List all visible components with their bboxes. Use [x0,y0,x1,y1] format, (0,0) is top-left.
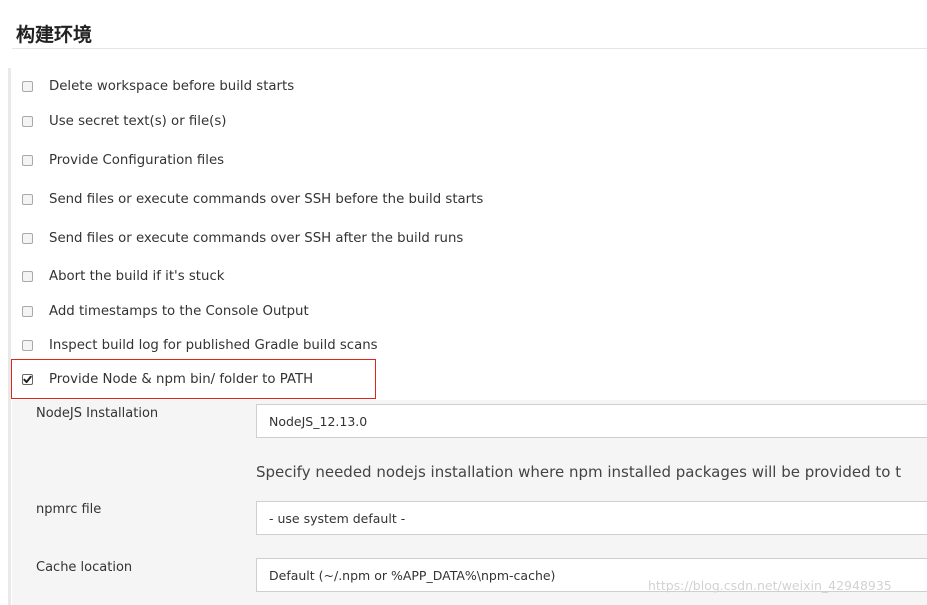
option-config-files[interactable]: Provide Configuration files [22,150,224,170]
option-gradle-scans[interactable]: Inspect build log for published Gradle b… [22,335,378,355]
checkbox[interactable] [22,115,33,127]
checkbox[interactable] [22,305,33,317]
option-timestamps[interactable]: Add timestamps to the Console Output [22,301,309,321]
section-title: 构建环境 [16,24,93,46]
option-label: Inspect build log for published Gradle b… [49,337,378,353]
nodejs-installation-value: NodeJS_12.13.0 [269,413,368,429]
option-abort-stuck[interactable]: Abort the build if it's stuck [22,266,224,286]
highlight-box [11,359,376,399]
option-label: Delete workspace before build starts [49,78,295,94]
watermark: https://blog.csdn.net/weixin_42948935 [648,578,892,593]
title-divider [12,48,927,49]
section-indent-bar [8,68,11,605]
option-ssh-before-build[interactable]: Send files or execute commands over SSH … [22,189,483,209]
option-label: Use secret text(s) or file(s) [49,113,227,129]
option-label: Abort the build if it's stuck [49,268,225,284]
checkbox[interactable] [22,193,33,205]
option-delete-workspace[interactable]: Delete workspace before build starts [22,76,294,96]
option-label: Send files or execute commands over SSH … [49,230,464,246]
cache-location-value: Default (~/.npm or %APP_DATA%\npm-cache) [269,567,556,583]
npmrc-file-value: - use system default - [269,510,406,526]
option-secret-text[interactable]: Use secret text(s) or file(s) [22,111,226,131]
checkbox[interactable] [22,232,33,244]
nodejs-help-text: Specify needed nodejs installation where… [256,463,902,481]
nodejs-installation-label: NodeJS Installation [36,406,159,421]
build-environment-page: 构建环境 Delete workspace before build start… [0,0,927,605]
option-label: Add timestamps to the Console Output [49,303,309,319]
npmrc-file-select[interactable]: - use system default - [256,501,927,535]
checkbox[interactable] [22,154,33,166]
cache-location-label: Cache location [36,560,133,575]
nodejs-installation-select[interactable]: NodeJS_12.13.0 [256,404,927,438]
checkbox[interactable] [22,270,33,282]
checkbox[interactable] [22,339,33,351]
option-label: Provide Configuration files [49,152,225,168]
checkbox[interactable] [22,80,33,92]
option-ssh-after-build[interactable]: Send files or execute commands over SSH … [22,228,463,248]
npmrc-file-label: npmrc file [36,502,102,517]
option-label: Send files or execute commands over SSH … [49,191,484,207]
